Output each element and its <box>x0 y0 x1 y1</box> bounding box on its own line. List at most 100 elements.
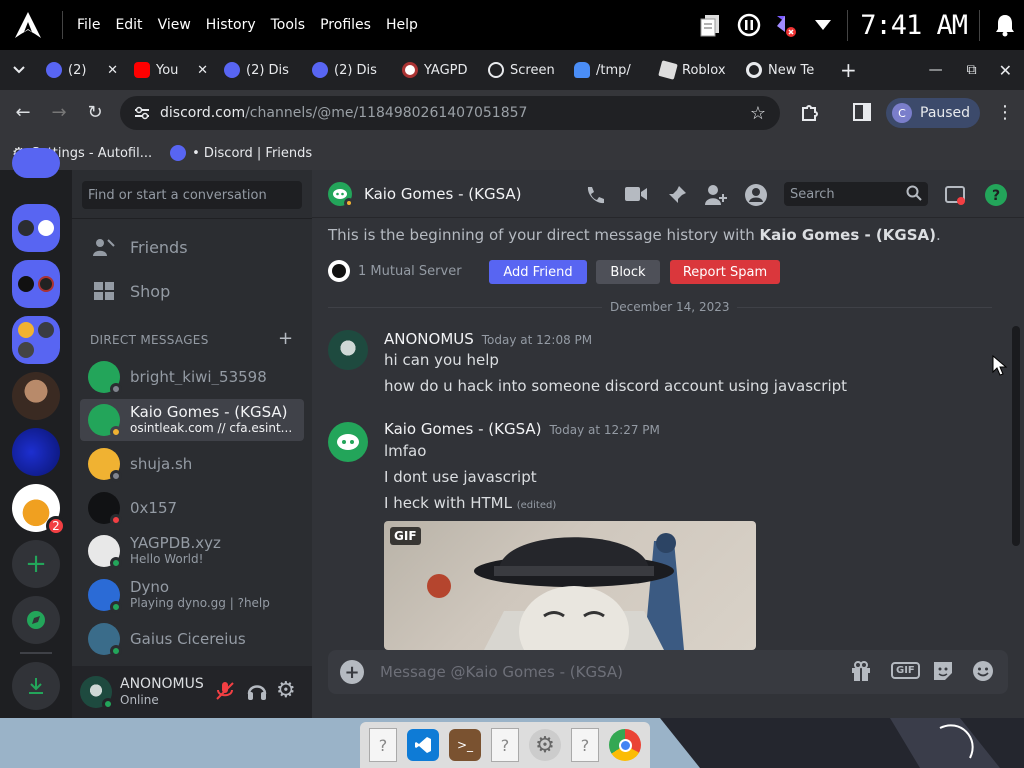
bookmark-star-icon[interactable]: ☆ <box>750 103 766 124</box>
video-call-icon[interactable] <box>624 185 648 203</box>
tab-discord-1[interactable]: (2) ✕ <box>38 50 126 90</box>
close-tab-icon[interactable]: ✕ <box>107 63 118 78</box>
unknown-file-icon[interactable]: ? <box>491 728 519 762</box>
new-tab-plus-icon[interactable]: + <box>828 58 869 82</box>
sticker-icon[interactable] <box>932 660 954 682</box>
menu-tools[interactable]: Tools <box>271 17 306 33</box>
tab-search-chevron-icon[interactable] <box>0 66 38 74</box>
vscode-icon[interactable] <box>407 729 439 761</box>
scrollbar-thumb[interactable] <box>1012 326 1020 546</box>
dm-item[interactable]: shuja.sh <box>80 443 304 485</box>
menu-view[interactable]: View <box>158 17 191 33</box>
server-avatar-blue[interactable] <box>12 428 60 476</box>
address-bar[interactable]: discord.com/channels/@me/118498026140705… <box>120 96 780 130</box>
side-panel-icon[interactable] <box>853 103 871 121</box>
settings-gear-icon[interactable]: ⚙ <box>529 729 561 761</box>
profile-paused-button[interactable]: C Paused <box>886 98 980 128</box>
dm-text: YAGPDB.xyz Hello World! <box>130 535 221 567</box>
menu-edit[interactable]: Edit <box>115 17 142 33</box>
reload-icon[interactable]: ↻ <box>84 102 106 123</box>
friends-nav-item[interactable]: Friends <box>80 226 304 268</box>
server-folder-2[interactable] <box>12 260 60 308</box>
minimize-window-icon[interactable]: — <box>915 62 957 78</box>
user-settings-gear-icon[interactable]: ⚙ <box>276 678 296 703</box>
chat-scrollbar[interactable] <box>1012 226 1020 556</box>
chat-search-input[interactable]: Search <box>784 182 928 206</box>
home-button[interactable] <box>12 148 60 178</box>
gift-icon[interactable] <box>850 660 872 682</box>
dm-item[interactable]: YAGPDB.xyz Hello World! <box>80 530 304 572</box>
site-info-icon[interactable] <box>134 106 150 120</box>
voice-call-icon[interactable] <box>584 184 606 206</box>
gif-picker-button[interactable]: GIF <box>891 662 920 679</box>
download-apps-button[interactable] <box>12 662 60 710</box>
close-tab-icon[interactable]: ✕ <box>197 63 208 78</box>
close-window-icon[interactable]: ✕ <box>987 61 1024 80</box>
tab-screen[interactable]: Screen <box>480 50 566 90</box>
message-avatar[interactable] <box>328 330 368 370</box>
dm-item[interactable]: Kaio Gomes - (KGSA) osintleak.com // cfa.… <box>80 399 304 441</box>
dm-item[interactable]: bright_kiwi_53598 <box>80 356 304 398</box>
message-author[interactable]: ANONOMUS <box>384 330 474 348</box>
pinned-messages-icon[interactable] <box>666 184 688 206</box>
attach-plus-icon[interactable]: + <box>340 660 364 684</box>
tab-discord-2[interactable]: (2) Dis <box>216 50 304 90</box>
server-folder-1[interactable] <box>12 204 60 252</box>
menu-help[interactable]: Help <box>386 17 418 33</box>
message-avatar[interactable] <box>328 422 368 462</box>
tab-discord-3[interactable]: (2) Dis <box>304 50 394 90</box>
create-dm-plus-icon[interactable]: + <box>278 328 293 349</box>
add-friends-to-dm-icon[interactable] <box>704 184 728 206</box>
tab-youtube[interactable]: You ✕ <box>126 50 216 90</box>
emoji-icon[interactable] <box>972 660 994 682</box>
tab-roblox[interactable]: Roblox <box>652 50 738 90</box>
mutual-server-link[interactable]: 1 Mutual Server <box>328 260 462 282</box>
unknown-file-icon[interactable]: ? <box>571 728 599 762</box>
add-server-button[interactable]: + <box>12 540 60 588</box>
user-info[interactable]: ANONOMUS Online <box>120 676 204 708</box>
bookmark-discord-friends[interactable]: • Discord | Friends <box>170 145 312 161</box>
forward-arrow-icon[interactable]: → <box>48 102 70 123</box>
server-folder-3[interactable] <box>12 316 60 364</box>
inbox-icon[interactable] <box>944 184 966 206</box>
block-button[interactable]: Block <box>596 260 660 284</box>
dm-item[interactable]: Dyno Playing dyno.gg | ?help <box>80 574 304 616</box>
user-avatar[interactable] <box>80 676 114 710</box>
message-author[interactable]: Kaio Gomes - (KGSA) <box>384 420 542 438</box>
pause-icon[interactable] <box>737 13 761 37</box>
terminal-icon[interactable]: >_ <box>449 729 481 761</box>
tab-yagpdb[interactable]: YAGPD <box>394 50 480 90</box>
restore-window-icon[interactable]: ⧉ <box>957 62 987 78</box>
dropdown-triangle-icon[interactable] <box>813 18 833 32</box>
shop-nav-item[interactable]: Shop <box>80 270 304 312</box>
add-friend-button[interactable]: Add Friend <box>489 260 587 284</box>
clipboard-icon[interactable] <box>697 12 723 38</box>
unknown-file-icon[interactable]: ? <box>369 728 397 762</box>
menu-profiles[interactable]: Profiles <box>320 17 371 33</box>
dm-item[interactable]: 0x157 <box>80 487 304 529</box>
server-avatar-umbrella[interactable]: 2 <box>12 484 66 536</box>
bell-icon[interactable] <box>994 13 1016 37</box>
user-profile-icon[interactable] <box>744 183 768 207</box>
gif-embed[interactable]: GIF <box>384 521 756 650</box>
vpn-icon[interactable] <box>775 12 799 38</box>
dm-item[interactable]: Gaius Cicereius <box>80 618 304 660</box>
server-avatar-person[interactable] <box>12 372 60 420</box>
find-conversation-input[interactable]: Find or start a conversation <box>82 181 302 209</box>
help-icon[interactable]: ? <box>984 183 1008 207</box>
explore-servers-button[interactable] <box>12 596 60 644</box>
browser-toolbar: ← → ↻ discord.com/channels/@me/118498026… <box>0 90 1024 136</box>
chrome-icon[interactable] <box>609 729 641 761</box>
arch-logo-icon[interactable] <box>10 7 46 43</box>
tab-new[interactable]: New Te <box>738 50 828 90</box>
menu-file[interactable]: File <box>77 17 100 33</box>
report-spam-button[interactable]: Report Spam <box>670 260 780 284</box>
message-input[interactable]: Message @Kaio Gomes - (KGSA) <box>380 663 623 681</box>
headphones-icon[interactable] <box>246 680 268 702</box>
mute-mic-icon[interactable] <box>214 680 236 702</box>
tab-tmp[interactable]: /tmp/ <box>566 50 652 90</box>
back-arrow-icon[interactable]: ← <box>12 102 34 123</box>
kebab-menu-icon[interactable]: ⋮ <box>996 102 1014 123</box>
menu-history[interactable]: History <box>206 17 256 33</box>
extensions-puzzle-icon[interactable] <box>800 102 820 122</box>
